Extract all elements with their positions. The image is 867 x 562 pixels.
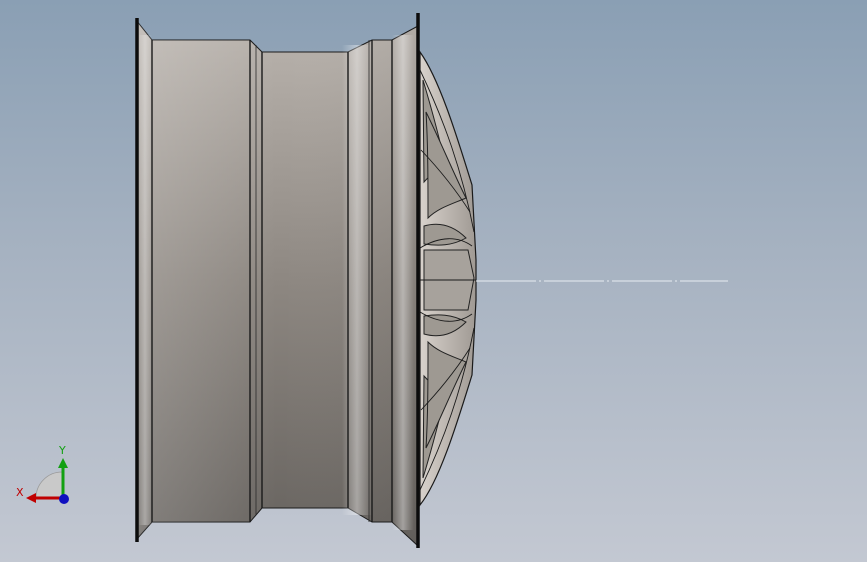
z-axis-dot-icon <box>59 494 69 504</box>
wheel-rim-model[interactable] <box>0 0 867 562</box>
rim-barrel <box>135 13 420 548</box>
orientation-triad[interactable]: X Y <box>14 440 76 510</box>
triad-plane-icon <box>35 471 63 499</box>
graphics-viewport[interactable]: X Y <box>0 0 867 562</box>
x-axis-label: X <box>16 486 24 499</box>
y-axis-arrowhead-icon <box>58 458 68 468</box>
spoke-face <box>419 50 728 507</box>
x-axis-arrowhead-icon <box>26 493 36 503</box>
y-axis-label: Y <box>58 444 66 457</box>
